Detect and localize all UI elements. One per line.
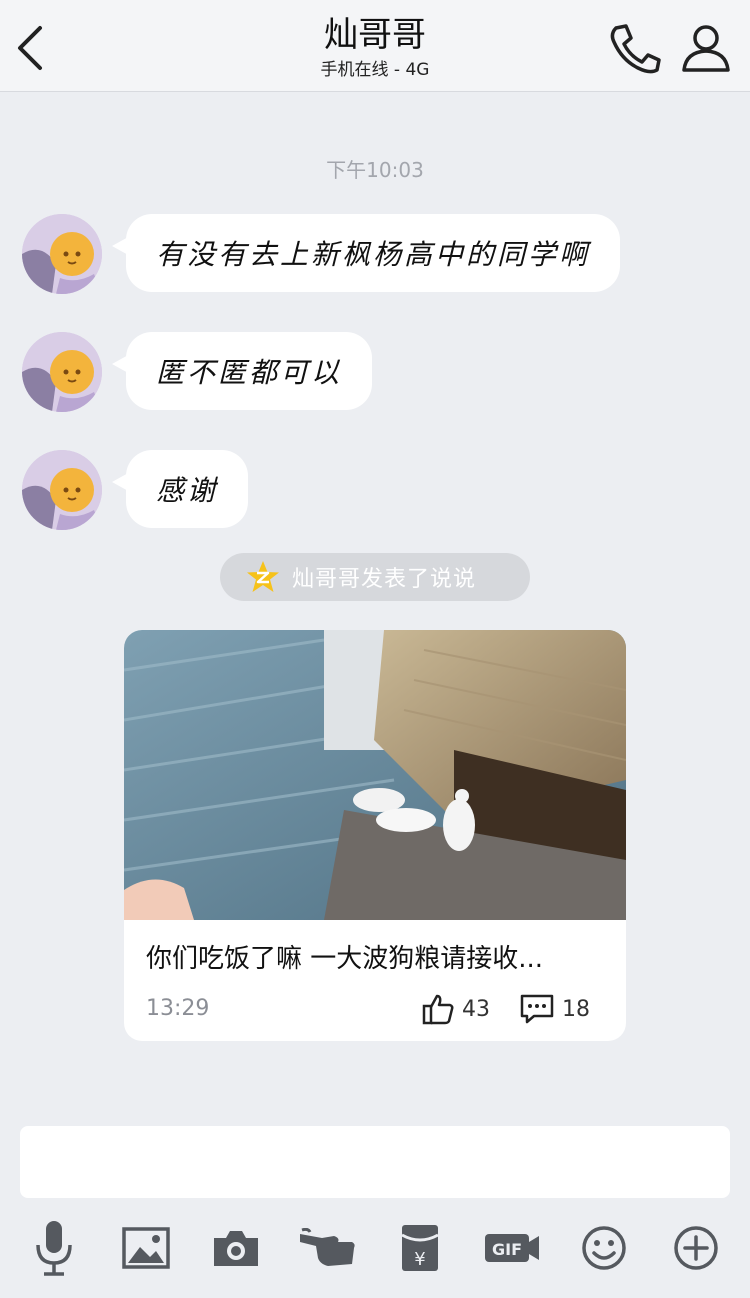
message-row: 有没有去上新枫杨高中的同学啊 — [0, 214, 750, 294]
profile-icon — [682, 25, 730, 72]
avatar[interactable] — [22, 450, 102, 530]
voice-button[interactable] — [24, 1216, 84, 1280]
emoji-icon — [582, 1226, 626, 1270]
gif-icon: GIF — [485, 1234, 539, 1262]
qzone-post-notice[interactable]: 灿哥哥发表了说说 — [220, 553, 530, 601]
profile-button[interactable] — [680, 22, 732, 74]
online-status: 手机在线 - 4G — [320, 60, 430, 80]
avatar[interactable] — [22, 214, 102, 294]
microphone-icon — [36, 1221, 72, 1276]
emoji-button[interactable] — [574, 1216, 634, 1280]
message-bubble[interactable]: 感谢 — [126, 450, 249, 528]
call-button[interactable] — [606, 22, 662, 74]
message-row: 感谢 — [0, 450, 750, 530]
avatar-image — [22, 450, 102, 530]
red-packet-button[interactable]: ¥ — [390, 1216, 450, 1280]
svg-text:GIF: GIF — [492, 1240, 522, 1259]
red-packet-icon: ¥ — [401, 1225, 439, 1271]
avatar-image — [22, 332, 102, 412]
chat-header: 灿哥哥 手机在线 - 4G — [0, 0, 750, 92]
message-bubble[interactable]: 匿不匿都可以 — [126, 332, 373, 410]
chat-timestamp: 下午10:03 — [326, 158, 424, 182]
gif-button[interactable]: GIF — [482, 1216, 542, 1280]
camera-button[interactable] — [206, 1216, 266, 1280]
thumbs-up-icon — [422, 994, 454, 1025]
notice-text: 灿哥哥发表了说说 — [292, 567, 477, 592]
like-button[interactable]: 43 — [422, 992, 490, 1026]
poke-button[interactable] — [296, 1216, 360, 1280]
comment-icon — [520, 994, 554, 1024]
post-text: 你们吃饭了嘛 一大波狗粮请接收... — [146, 944, 544, 974]
back-chevron-icon — [18, 26, 42, 70]
message-input[interactable] — [20, 1126, 730, 1198]
more-button[interactable] — [666, 1216, 726, 1280]
contact-title[interactable]: 灿哥哥 手机在线 - 4G — [175, 14, 575, 82]
avatar[interactable] — [22, 332, 102, 412]
post-time: 13:29 — [146, 996, 210, 1021]
poke-hand-icon — [300, 1228, 355, 1266]
contact-name: 灿哥哥 — [324, 15, 426, 55]
post-photo — [124, 630, 626, 920]
back-button[interactable] — [10, 22, 50, 74]
photo-button[interactable] — [116, 1216, 176, 1280]
message-row: 匿不匿都可以 — [0, 332, 750, 412]
avatar-image — [22, 214, 102, 294]
camera-icon — [214, 1231, 258, 1266]
plus-icon — [674, 1226, 718, 1270]
comment-count: 18 — [562, 996, 590, 1022]
post-card[interactable]: 你们吃饭了嘛 一大波狗粮请接收... 13:29 43 18 — [124, 630, 626, 1041]
phone-icon — [610, 24, 661, 74]
message-bubble[interactable]: 有没有去上新枫杨高中的同学啊 — [126, 214, 621, 292]
svg-text:¥: ¥ — [414, 1249, 425, 1270]
like-count: 43 — [462, 996, 490, 1022]
comment-button[interactable]: 18 — [520, 992, 590, 1026]
input-toolbar: ¥ GIF — [0, 1216, 750, 1286]
image-icon — [122, 1227, 170, 1269]
qzone-star-icon — [247, 561, 279, 592]
